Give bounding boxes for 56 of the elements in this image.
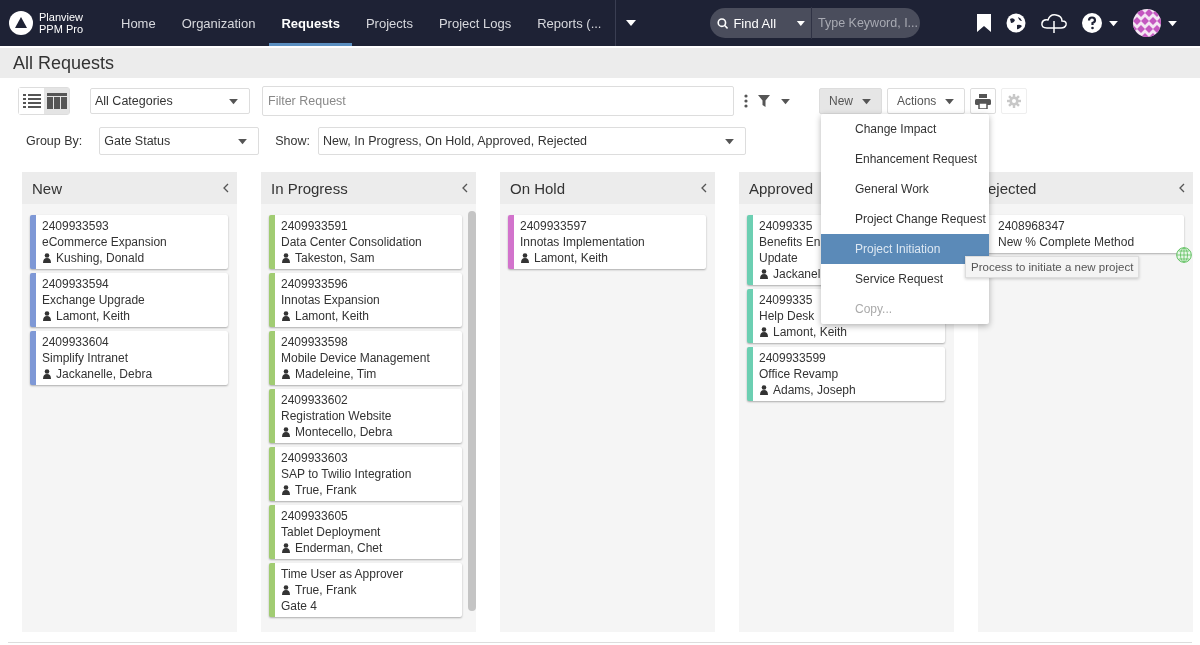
request-title: Time User as Approver <box>281 566 404 582</box>
request-owner: Lamont, Keith <box>295 308 370 324</box>
request-title: Innotas Implementation <box>520 234 645 250</box>
request-owner: True, Frank <box>295 582 357 598</box>
request-owner: Enderman, Chet <box>295 540 383 556</box>
request-gate: Gate 4 <box>281 598 318 614</box>
request-owner: Lamont, Keith <box>773 324 848 340</box>
request-owner: Jackanelle, Debra <box>56 366 153 382</box>
request-title: Benefits En <box>759 234 821 250</box>
request-owner: Lamont, Keith <box>534 250 609 266</box>
brand-name: Planview <box>39 11 84 23</box>
request-title: Mobile Device Management <box>281 350 430 366</box>
request-title: SAP to Twilio Integration <box>281 466 412 482</box>
column-title: Approved <box>749 179 814 197</box>
request-title: Simplify Intranet <box>42 350 129 366</box>
request-id: 24099335 <box>759 218 813 234</box>
request-title: Update <box>759 250 798 266</box>
request-owner: Jackanel <box>773 266 821 282</box>
request-id: 2409933602 <box>281 392 348 408</box>
request-title: New % Complete Method <box>998 234 1135 250</box>
request-id: 2409933605 <box>281 508 348 524</box>
column-title: ejected <box>988 179 1037 197</box>
column-title: On Hold <box>510 179 566 197</box>
brand-product: PPM Pro <box>39 23 84 35</box>
request-owner: Kushing, Donald <box>56 250 145 266</box>
request-id: 2409933593 <box>42 218 109 234</box>
column-title: New <box>32 179 62 197</box>
request-owner: Madeleine, Tim <box>295 366 377 382</box>
request-id: 2409933599 <box>759 350 826 366</box>
group-by-label: Group By: <box>26 134 83 148</box>
request-id: 2409933598 <box>281 334 348 350</box>
request-title: Exchange Upgrade <box>42 292 145 308</box>
request-id: 2409933596 <box>281 276 348 292</box>
request-id: 2409933604 <box>42 334 109 350</box>
request-id: 2409933591 <box>281 218 348 234</box>
request-title: Tablet Deployment <box>281 524 381 540</box>
request-id: 2409933597 <box>520 218 587 234</box>
request-id: 2408968347 <box>998 218 1065 234</box>
request-title: Data Center Consolidation <box>281 234 422 250</box>
request-title: Office Revamp <box>759 366 839 382</box>
show-label: Show: <box>275 134 311 148</box>
request-title: Help Desk <box>759 308 815 324</box>
request-title: Registration Website <box>281 408 392 424</box>
request-owner: Adams, Joseph <box>773 382 856 398</box>
request-owner: True, Frank <box>295 482 357 498</box>
request-id: 24099335 <box>759 292 813 308</box>
request-title: eCommerce Expansion <box>42 234 167 250</box>
column-title: In Progress <box>271 179 348 197</box>
request-owner: Montecello, Debra <box>295 424 393 440</box>
request-title: Innotas Expansion <box>281 292 380 308</box>
page-title: All Requests <box>13 52 115 74</box>
request-owner: Lamont, Keith <box>56 308 131 324</box>
tooltip: Process to initiate a new project <box>965 256 1140 278</box>
request-owner: Takeston, Sam <box>295 250 375 266</box>
request-id: 2409933594 <box>42 276 109 292</box>
request-id: 2409933603 <box>281 450 348 466</box>
